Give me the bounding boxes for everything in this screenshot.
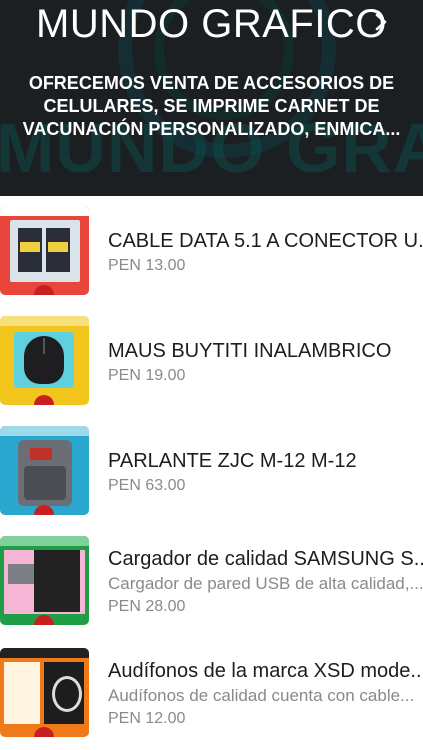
product-item[interactable]: MAUS BUYTITI INALAMBRICO PEN 19.00 (0, 306, 423, 416)
product-price: PEN 13.00 (108, 257, 186, 274)
product-item[interactable]: CABLE DATA 5.1 A CONECTOR U... PEN 13.00 (0, 196, 423, 306)
product-title: Audífonos de la marca XSD mode... (108, 660, 423, 682)
product-title: Cargador de calidad SAMSUNG S... (108, 548, 423, 570)
product-thumbnail (0, 206, 89, 295)
product-thumbnail (0, 648, 89, 737)
product-item[interactable]: Cargador de calidad SAMSUNG S... Cargado… (0, 526, 423, 638)
product-thumbnail (0, 316, 89, 405)
store-header[interactable]: MUNDO GRAFICO MUNDO GRAFICO OFRECEMOS VE… (0, 0, 423, 196)
product-price: PEN 19.00 (108, 367, 186, 384)
store-title: MUNDO GRAFICO (36, 2, 387, 46)
product-price: PEN 12.00 (108, 710, 186, 727)
product-thumbnail (0, 536, 89, 625)
store-description: OFRECEMOS VENTA DE ACCESORIOS DE CELULAR… (22, 73, 401, 139)
product-thumbnail (0, 426, 89, 515)
product-title: MAUS BUYTITI INALAMBRICO (108, 340, 392, 362)
product-title: CABLE DATA 5.1 A CONECTOR U... (108, 230, 423, 252)
product-title: PARLANTE ZJC M-12 M-12 (108, 450, 357, 472)
product-subtitle: Cargador de pared USB de alta calidad,..… (108, 574, 423, 593)
product-price: PEN 63.00 (108, 477, 186, 494)
product-price: PEN 28.00 (108, 598, 186, 615)
product-item[interactable]: Audífonos de la marca XSD mode... Audífo… (0, 638, 423, 750)
chevron-right-icon[interactable] (374, 12, 388, 32)
product-item[interactable]: PARLANTE ZJC M-12 M-12 PEN 63.00 (0, 416, 423, 526)
product-subtitle: Audífonos de calidad cuenta con cable... (108, 686, 415, 705)
